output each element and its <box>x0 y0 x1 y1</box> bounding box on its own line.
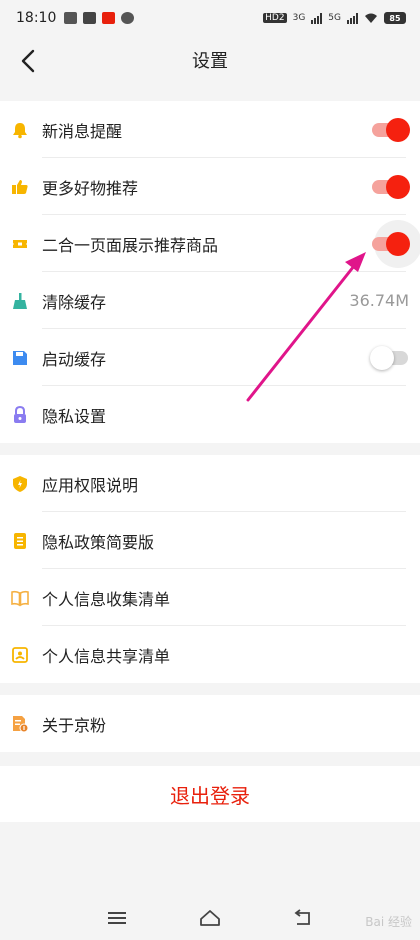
row-privacy-policy-summary[interactable]: 隐私政策简要版 <box>0 512 420 569</box>
row-label: 新消息提醒 <box>42 121 123 141</box>
cache-size-value: 36.74M <box>349 291 409 310</box>
menu-icon <box>107 911 126 924</box>
row-label: 隐私政策简要版 <box>42 532 155 552</box>
list-doc-icon <box>11 532 29 550</box>
status-right: HD2 3G 5G 85 <box>263 12 406 24</box>
open-book-icon <box>11 589 29 607</box>
row-privacy-settings[interactable]: 隐私设置 <box>0 386 420 443</box>
row-label: 清除缓存 <box>42 292 107 312</box>
message-notification-icon <box>121 12 135 24</box>
network-3g-label: 3G <box>292 13 306 23</box>
more-recommendations-toggle[interactable] <box>372 174 410 200</box>
about-group: 关于京粉 <box>0 695 420 752</box>
new-message-toggle[interactable] <box>372 117 410 143</box>
broom-icon <box>11 292 29 310</box>
home-icon <box>200 909 220 926</box>
status-bar: 18:10 HD2 3G 5G 85 <box>0 0 420 36</box>
row-startup-cache[interactable]: 启动缓存 <box>0 329 420 386</box>
row-label: 更多好物推荐 <box>42 178 139 198</box>
header: 设置 <box>0 36 420 90</box>
page-title: 设置 <box>192 51 228 72</box>
row-app-permissions[interactable]: 应用权限说明 <box>0 455 420 512</box>
signal-icon <box>311 12 323 24</box>
row-personal-info-sharing[interactable]: 个人信息共享清单 <box>0 626 420 683</box>
row-clear-cache[interactable]: 清除缓存 36.74M <box>0 272 420 329</box>
row-label: 个人信息共享清单 <box>42 646 171 666</box>
row-personal-info-collection[interactable]: 个人信息收集清单 <box>0 569 420 626</box>
watermark: Bai 经验 <box>365 915 412 929</box>
gallery-notification-icon <box>64 12 78 24</box>
lock-icon <box>11 405 29 424</box>
row-about-jingfen[interactable]: 关于京粉 <box>0 695 420 752</box>
startup-cache-toggle[interactable] <box>370 345 408 371</box>
two-in-one-page-toggle[interactable] <box>372 219 420 268</box>
chevron-left-icon <box>21 49 35 73</box>
battery-indicator: 85 <box>384 12 406 24</box>
back-nav-icon <box>294 908 311 925</box>
row-label: 启动缓存 <box>42 349 107 369</box>
home-button[interactable] <box>195 903 225 933</box>
share-doc-icon <box>11 646 29 664</box>
row-label: 个人信息收集清单 <box>42 589 171 609</box>
shield-icon <box>11 475 29 493</box>
policy-group: 应用权限说明 隐私政策简要版 个人信息收集清单 个人信息共享清单 <box>0 455 420 683</box>
info-doc-icon <box>11 715 29 733</box>
logout-button[interactable]: 退出登录 <box>0 766 420 822</box>
settings-group: 新消息提醒 更多好物推荐 二合一页面展示推荐商品 清除缓存 36.74M 启动缓… <box>0 101 420 443</box>
row-two-in-one-page[interactable]: 二合一页面展示推荐商品 <box>0 215 420 272</box>
ticket-icon <box>11 235 29 253</box>
status-time: 18:10 <box>16 10 57 26</box>
bell-icon <box>11 121 29 139</box>
back-nav-button[interactable] <box>288 903 318 933</box>
system-nav-bar <box>0 895 420 940</box>
back-button[interactable] <box>14 46 42 76</box>
network-5g-label: 5G <box>328 13 341 23</box>
row-label: 应用权限说明 <box>42 475 139 495</box>
signal-icon-2 <box>347 12 358 24</box>
row-more-recommendations[interactable]: 更多好物推荐 <box>0 158 420 215</box>
menu-button[interactable] <box>102 903 132 933</box>
row-label: 二合一页面展示推荐商品 <box>42 235 219 255</box>
logout-label: 退出登录 <box>170 783 250 808</box>
row-label: 隐私设置 <box>42 406 107 426</box>
floppy-icon <box>11 349 29 367</box>
hd-label: HD2 <box>263 13 287 23</box>
wifi-icon <box>365 13 377 23</box>
app-notification-icon <box>83 12 97 24</box>
row-label: 关于京粉 <box>42 715 107 735</box>
row-new-message-alert[interactable]: 新消息提醒 <box>0 101 420 158</box>
red-app-notification-icon <box>102 12 116 24</box>
thumbs-up-icon <box>11 178 29 196</box>
